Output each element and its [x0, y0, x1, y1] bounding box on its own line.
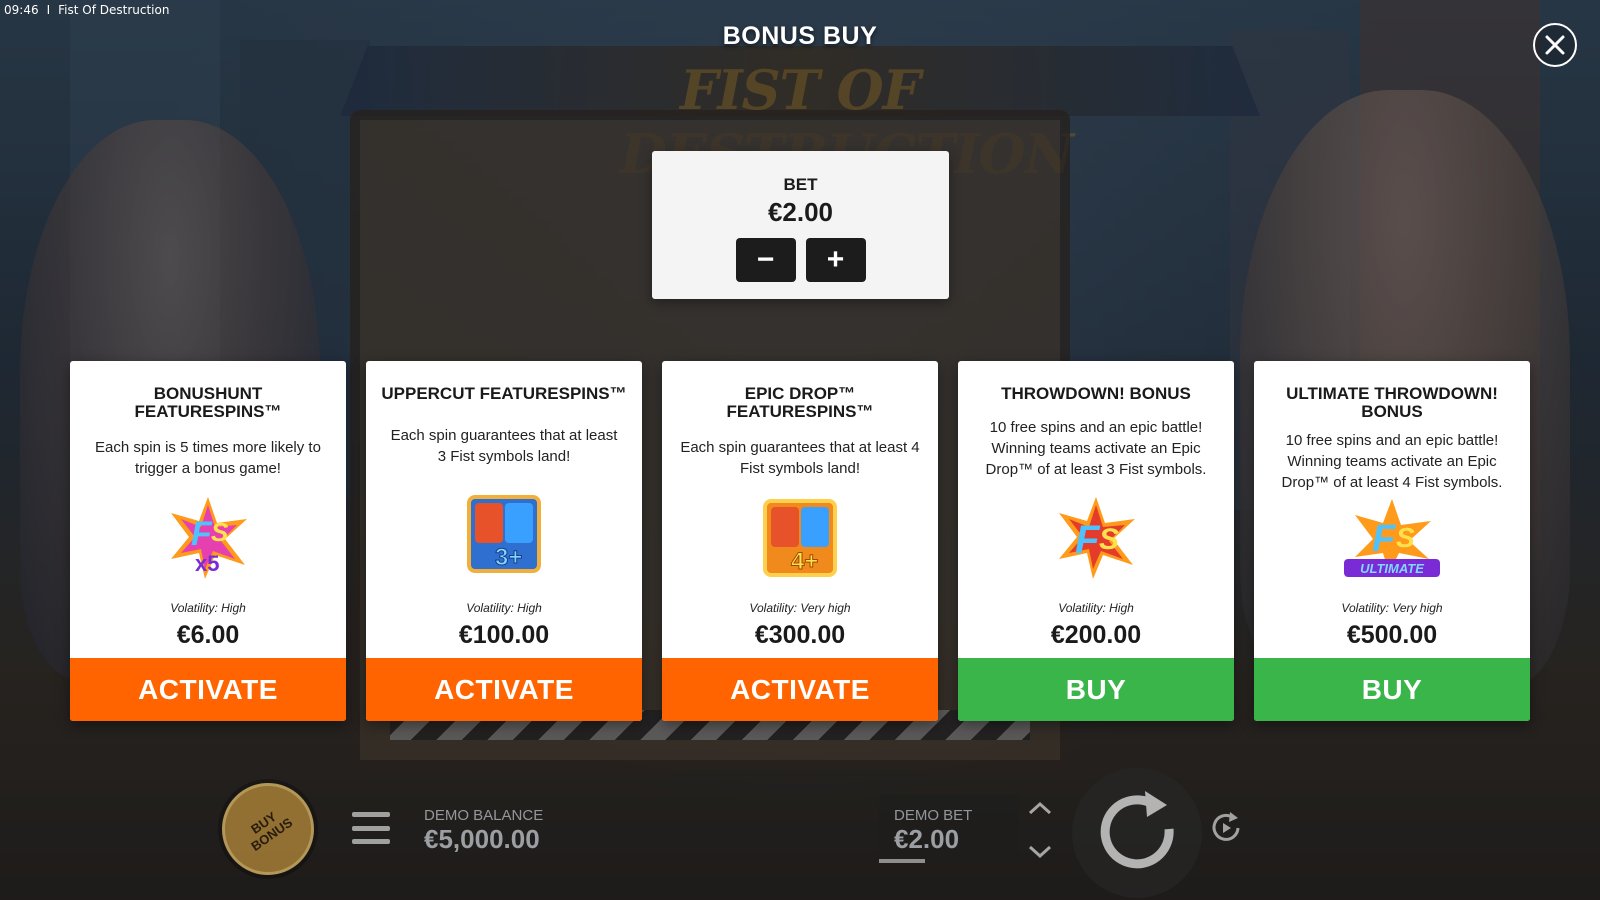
decrease-bet-button[interactable]: −: [735, 238, 796, 282]
card-title: UPPERCUT FEATURESPINS™: [381, 384, 627, 403]
activate-epic-drop-button[interactable]: ACTIVATE: [662, 658, 938, 721]
chevron-down-icon[interactable]: [1027, 844, 1053, 860]
icon-text: 4+: [791, 548, 818, 575]
card-description: Each spin is 5 times more likely to trig…: [95, 439, 321, 477]
activate-bonushunt-button[interactable]: ACTIVATE: [70, 658, 346, 721]
icon-text: x5: [195, 551, 219, 576]
card-volatility: Volatility: Very high: [1341, 601, 1443, 615]
card-price: €6.00: [176, 621, 240, 649]
card-volatility: Volatility: High: [466, 601, 542, 615]
svg-text:F: F: [1372, 518, 1397, 560]
page-title: BONUS BUY: [722, 22, 878, 50]
card-volatility: Volatility: High: [170, 601, 246, 615]
card-description: Each spin guarantees that at least 3 Fis…: [390, 427, 618, 465]
buy-bonus-button[interactable]: BUY BONUS: [222, 783, 314, 875]
icon-text: ULTIMATE: [1360, 561, 1424, 576]
demo-bet-indicator: [879, 859, 925, 863]
card-title: BONUSHUNT FEATURESPINS™: [134, 384, 282, 421]
increase-bet-button[interactable]: +: [805, 238, 866, 282]
bet-value: €2.00: [767, 197, 834, 227]
fs-x5-icon: F S x5: [171, 497, 247, 579]
bonus-card-epic-drop: EPIC DROP™ FEATURESPINS™ Each spin guara…: [662, 361, 938, 721]
chevron-up-icon[interactable]: [1027, 800, 1053, 816]
buy-throwdown-button[interactable]: BUY: [958, 658, 1234, 721]
fs-burst-icon: F S: [1059, 497, 1135, 579]
bet-panel: BET €2.00 − +: [652, 151, 949, 299]
bonus-card-bonushunt: BONUSHUNT FEATURESPINS™ Each spin is 5 t…: [70, 361, 346, 721]
svg-text:F: F: [1075, 518, 1101, 562]
spin-button[interactable]: [1072, 768, 1202, 898]
fist-4plus-icon: 4+: [763, 499, 837, 577]
svg-text:S: S: [1099, 523, 1119, 556]
card-title: THROWDOWN! BONUS: [1001, 384, 1191, 403]
bonus-options: BONUSHUNT FEATURESPINS™ Each spin is 5 t…: [70, 361, 1530, 721]
demo-bet-label: DEMO BET: [894, 807, 973, 824]
fs-ultimate-icon: F S ULTIMATE: [1344, 499, 1440, 577]
card-price: €200.00: [1050, 621, 1142, 649]
svg-text:F: F: [191, 515, 213, 553]
svg-text:S: S: [211, 517, 229, 547]
status-separator: I: [46, 3, 51, 17]
bet-label: BET: [783, 175, 818, 194]
buy-ultimate-throwdown-button[interactable]: BUY: [1254, 658, 1530, 721]
card-price: €100.00: [458, 621, 550, 649]
card-title: ULTIMATE THROWDOWN! BONUS: [1286, 384, 1498, 421]
clock: 09:46: [4, 3, 39, 17]
bonus-card-ultimate-throwdown: ULTIMATE THROWDOWN! BONUS 10 free spins …: [1254, 361, 1530, 721]
bonus-card-uppercut: UPPERCUT FEATURESPINS™ Each spin guarant…: [366, 361, 642, 721]
spin-arrow-icon: [1100, 791, 1174, 869]
close-button[interactable]: [1533, 23, 1577, 67]
card-description: Each spin guarantees that at least 4 Fis…: [680, 439, 920, 477]
card-description: 10 free spins and an epic battle! Winnin…: [985, 419, 1207, 478]
activate-uppercut-button[interactable]: ACTIVATE: [366, 658, 642, 721]
demo-bet-value: €2.00: [894, 824, 960, 854]
close-icon: [1545, 35, 1565, 55]
hamburger-menu-icon[interactable]: [352, 812, 390, 844]
icon-text: 3+: [495, 544, 522, 571]
bonus-card-throwdown: THROWDOWN! BONUS 10 free spins and an ep…: [958, 361, 1234, 721]
card-title: EPIC DROP™ FEATURESPINS™: [726, 384, 874, 421]
autoplay-icon[interactable]: [1208, 810, 1244, 846]
card-volatility: Volatility: High: [1058, 601, 1134, 615]
card-price: €500.00: [1346, 621, 1438, 649]
status-bar: 09:46 I Fist Of Destruction: [4, 2, 169, 18]
balance-label: DEMO BALANCE: [424, 807, 544, 824]
buy-bonus-label: BUY BONUS: [248, 808, 296, 854]
svg-text:S: S: [1396, 522, 1415, 553]
bet-stepper: [1024, 800, 1056, 860]
balance-value: €5,000.00: [424, 824, 540, 854]
fist-3plus-icon: 3+: [467, 495, 541, 573]
app-title: Fist Of Destruction: [58, 3, 170, 17]
card-description: 10 free spins and an epic battle! Winnin…: [1281, 432, 1503, 491]
card-volatility: Volatility: Very high: [749, 601, 851, 615]
card-price: €300.00: [754, 621, 846, 649]
